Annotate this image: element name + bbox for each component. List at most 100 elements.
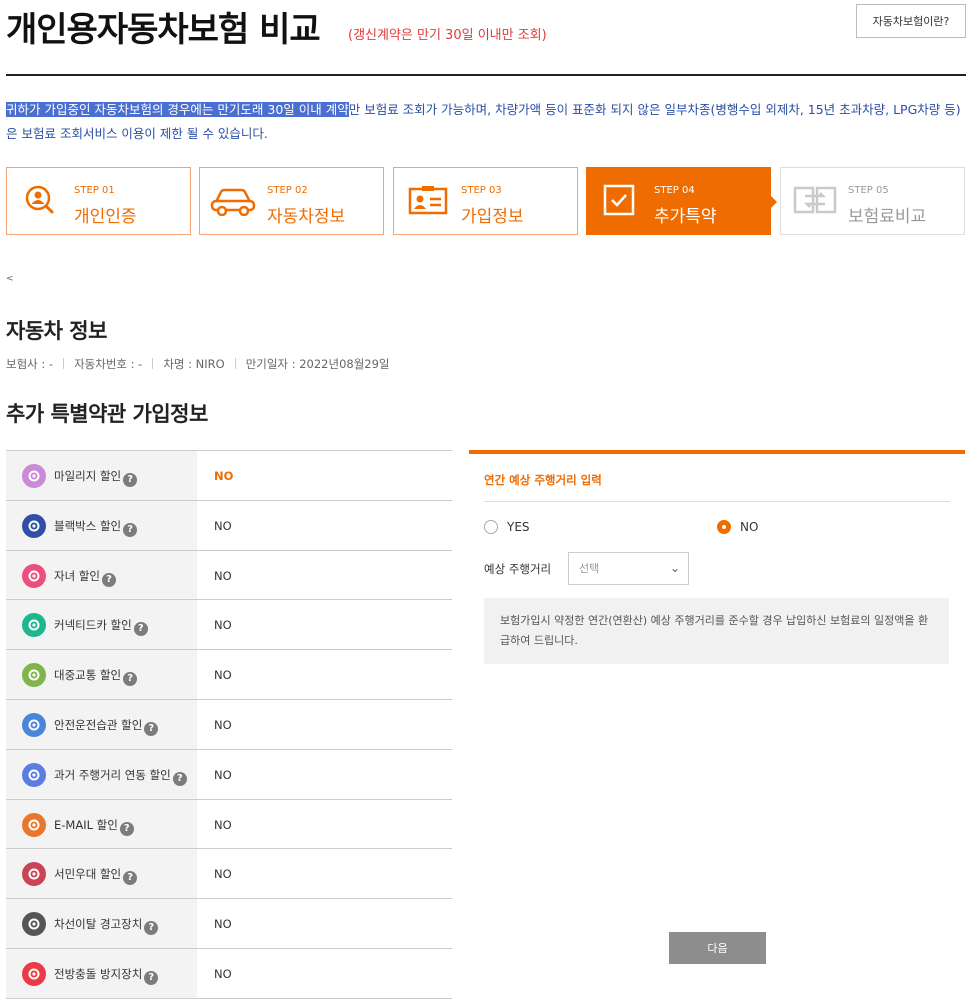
discount-label-cell: 차선이탈 경고장치?: [6, 899, 197, 948]
car-number-value: 자동차번호 : -: [74, 357, 143, 371]
radio-selected-icon: [717, 520, 731, 534]
step-name: 추가특약: [654, 207, 717, 227]
discount-value[interactable]: NO: [214, 917, 232, 931]
compare-icon: [793, 182, 837, 218]
small-marker: <: [6, 274, 14, 284]
discount-label-cell: 블랙박스 할인?: [6, 500, 197, 550]
panel-title: 연간 예상 주행거리 입력: [484, 473, 602, 487]
discount-label-cell: 전방충돌 방지장치?: [6, 948, 197, 998]
help-icon[interactable]: ?: [133, 622, 148, 637]
discount-row: 자녀 할인? NO: [6, 550, 452, 601]
page-title: 개인용자동차보험 비교: [6, 10, 321, 50]
insurer-value: 보험사 : -: [6, 357, 54, 371]
help-icon[interactable]: ?: [144, 970, 159, 985]
discount-name: 마일리지 할인: [54, 469, 122, 483]
help-icon[interactable]: ?: [123, 871, 138, 886]
car-icon: [210, 182, 256, 218]
help-icon[interactable]: ?: [144, 921, 159, 936]
help-icon[interactable]: ?: [172, 771, 187, 786]
discount-value[interactable]: NO: [214, 469, 233, 483]
discount-row: 차선이탈 경고장치? NO: [6, 899, 452, 949]
discount-label: 대중교통 할인?: [54, 667, 138, 687]
discount-label: 과거 주행거리 연동 할인?: [54, 767, 187, 786]
help-icon[interactable]: ?: [119, 821, 134, 836]
mileage-input-panel: 연간 예상 주행거리 입력 YES NO 예상 주행거리 선택 ⌄ 보험가입시 …: [469, 450, 965, 1004]
discount-row: 서민우대 할인? NO: [6, 849, 452, 900]
discount-label: 차선이탈 경고장치?: [54, 916, 159, 936]
divider: [234, 358, 236, 369]
next-button[interactable]: 다음: [669, 932, 766, 964]
car-info-line: 보험사 : - 자동차번호 : - 차명 : NIRO 만기일자 : 2022년08월…: [6, 356, 390, 372]
divider: [484, 501, 950, 502]
bus-icon: [22, 663, 46, 688]
help-icon[interactable]: ?: [123, 522, 138, 537]
collision-icon: [22, 961, 46, 986]
discount-row: E-MAIL 할인? NO: [6, 799, 452, 850]
discount-row: 커넥티드카 할인? NO: [6, 600, 452, 651]
discount-value[interactable]: NO: [214, 718, 232, 732]
discount-table: 마일리지 할인? NO 블랙박스 할인? NO 자녀 할인? NO 커넥티드카 할인? NO 대…: [6, 450, 452, 999]
person-search-icon: [21, 182, 57, 218]
discount-label-cell: 자녀 할인?: [6, 550, 197, 600]
help-icon[interactable]: ?: [123, 473, 138, 487]
step-number: STEP 05: [848, 185, 889, 196]
discount-name: 서민우대 할인: [54, 867, 122, 882]
discount-value[interactable]: NO: [214, 768, 232, 782]
distance-select-value: 선택: [579, 562, 600, 575]
past-mileage-icon: [22, 762, 46, 787]
discount-label-cell: 서민우대 할인?: [6, 849, 197, 899]
step-number: STEP 04: [654, 185, 695, 196]
radio-label: NO: [740, 520, 759, 534]
help-icon[interactable]: ?: [144, 721, 159, 736]
id-card-icon: [408, 182, 448, 218]
mileage-yes-radio[interactable]: YES: [484, 520, 530, 534]
notice-text: 귀하가 가입중인 자동차보험의 경우에는 만기도래 30일 이내 계약만 보험료…: [6, 98, 968, 146]
checkbox-icon: [601, 182, 637, 218]
step-3[interactable]: STEP 03 가입정보: [393, 167, 578, 235]
step-2[interactable]: STEP 02 자동차정보: [199, 167, 384, 235]
step-5[interactable]: STEP 05 보험료비교: [780, 167, 965, 235]
discount-label-cell: 대중교통 할인?: [6, 650, 197, 699]
help-icon[interactable]: ?: [123, 672, 138, 687]
discount-label: 서민우대 할인?: [54, 866, 138, 886]
discount-name: 커넥티드카 할인: [54, 618, 132, 633]
discount-value[interactable]: NO: [214, 519, 232, 533]
distance-select[interactable]: 선택 ⌄: [568, 552, 689, 585]
connected-car-icon: [22, 613, 46, 638]
discount-label: 커넥티드카 할인?: [54, 617, 148, 637]
step-name: 가입정보: [461, 207, 524, 227]
what-is-car-insurance-button[interactable]: 자동차보험이란?: [856, 4, 966, 38]
discount-value[interactable]: NO: [214, 569, 232, 583]
discount-value[interactable]: NO: [214, 618, 232, 632]
refund-info-box: 보험가입시 약정한 연간(연환산) 예상 주행거리를 준수할 경우 납입하신 보…: [484, 598, 949, 664]
blackbox-icon: [22, 513, 46, 538]
help-icon[interactable]: ?: [101, 572, 116, 587]
safe-driving-icon: [22, 712, 46, 737]
discount-value[interactable]: NO: [214, 867, 232, 881]
step-number: STEP 01: [74, 185, 115, 196]
step-name: 자동차정보: [267, 207, 346, 227]
mileage-no-radio[interactable]: NO: [717, 520, 758, 534]
discount-label: 전방충돌 방지장치?: [54, 966, 159, 985]
discount-value[interactable]: NO: [214, 967, 232, 981]
step-4[interactable]: STEP 04 추가특약: [586, 167, 777, 235]
radio-label: YES: [507, 520, 530, 534]
car-info-title: 자동차 정보: [6, 319, 107, 343]
discount-label: 자녀 할인?: [54, 568, 116, 587]
page-subtitle: (갱신계약은 만기 30일 이내만 조회): [348, 28, 547, 43]
discount-name: E-MAIL 할인: [54, 817, 118, 832]
discount-label: 안전운전습관 할인?: [54, 717, 159, 736]
discount-row: 과거 주행거리 연동 할인? NO: [6, 749, 452, 800]
discount-label: E-MAIL 할인?: [54, 817, 134, 836]
discount-value[interactable]: NO: [214, 818, 232, 832]
discount-name: 블랙박스 할인: [54, 518, 122, 533]
discount-value[interactable]: NO: [214, 668, 232, 682]
discount-row: 블랙박스 할인? NO: [6, 500, 452, 551]
step-1[interactable]: STEP 01 개인인증: [6, 167, 191, 235]
store-icon: [22, 862, 46, 887]
page-header: 개인용자동차보험 비교 (갱신계약은 만기 30일 이내만 조회) 자동차보험이…: [6, 0, 966, 76]
expiry-date-value: 만기일자 : 2022년08월29일: [245, 357, 390, 371]
discount-label: 블랙박스 할인?: [54, 518, 138, 537]
discount-name: 안전운전습관 할인: [54, 717, 143, 732]
discount-name: 전방충돌 방지장치: [54, 966, 143, 981]
